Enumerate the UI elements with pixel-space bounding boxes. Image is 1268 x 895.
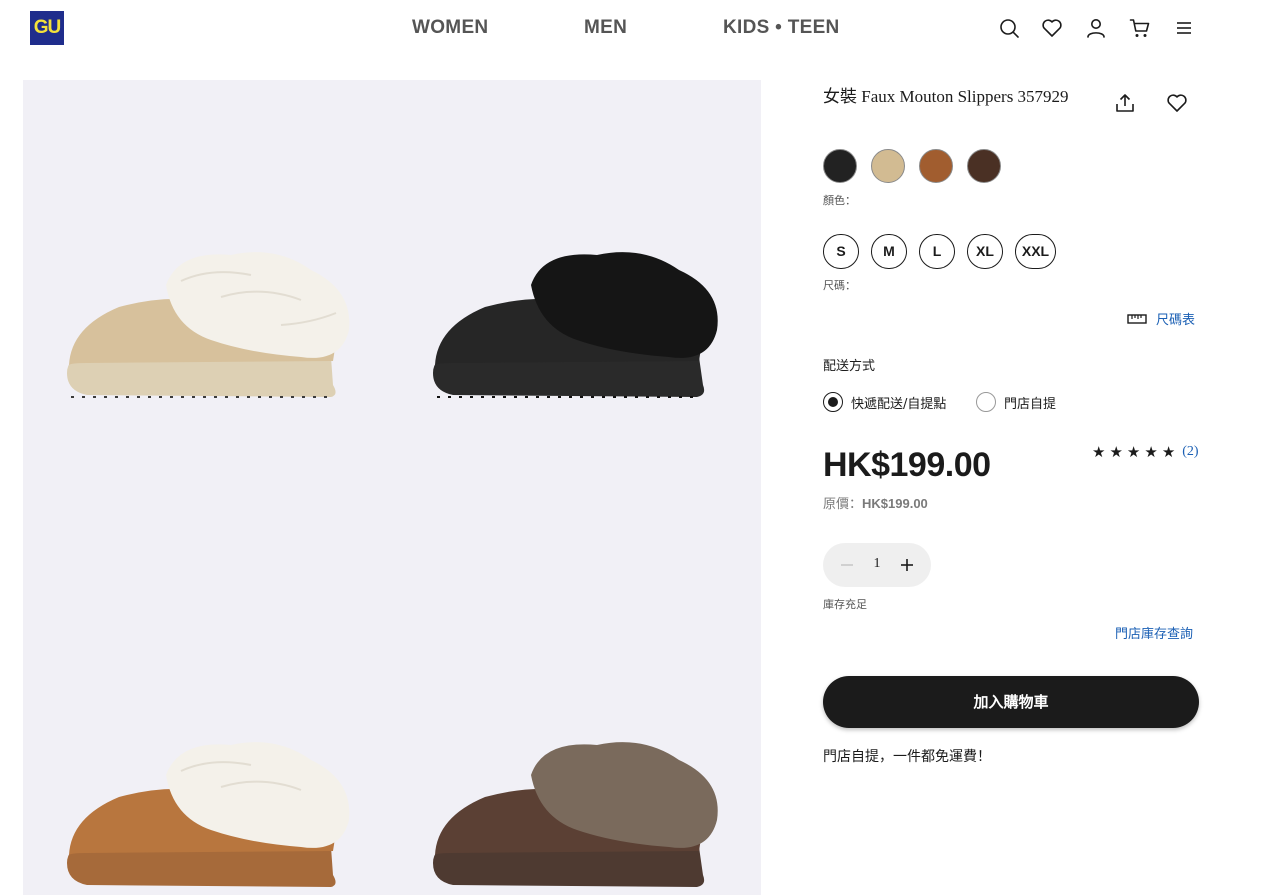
star-icon: ★ — [1144, 443, 1158, 461]
store-stock-link[interactable]: 門店庫存查詢 — [1115, 623, 1193, 642]
size-option-s[interactable]: S — [823, 234, 859, 269]
delivery-option-label: 快遞配送/自提點 — [851, 396, 947, 412]
product-price: HK$199.00 — [823, 446, 991, 484]
nav-men[interactable]: MEN — [584, 17, 627, 39]
heart-icon[interactable] — [1041, 17, 1063, 39]
color-swatch-camel[interactable] — [919, 149, 953, 183]
search-icon[interactable] — [998, 17, 1020, 39]
ruler-icon — [1127, 313, 1147, 324]
favorite-icon[interactable] — [1166, 92, 1188, 114]
original-price: 原價：HK$199.00 — [823, 493, 928, 512]
brown-slipper-image[interactable] — [431, 735, 731, 895]
product-rating: ★ ★ ★ ★ ★ (2) — [1092, 443, 1199, 461]
delivery-method-label: 配送方式 — [823, 359, 876, 374]
size-option-l[interactable]: L — [919, 234, 955, 269]
plus-icon[interactable] — [896, 554, 918, 576]
quantity-stepper: 1 — [823, 543, 931, 587]
star-icon: ★ — [1109, 443, 1123, 461]
delivery-option-store-pickup[interactable]: 門店自提 — [976, 392, 1056, 412]
original-price-label: 原價： — [823, 497, 863, 512]
size-chart-link[interactable]: 尺碼表 — [1127, 309, 1195, 328]
size-label: 尺碼： — [823, 279, 856, 292]
star-icon: ★ — [1161, 443, 1176, 461]
promo-text: 門店自提，一件都免運費！ — [823, 749, 991, 765]
delivery-option-label: 門店自提 — [1004, 396, 1057, 412]
color-swatch-black[interactable] — [823, 149, 857, 183]
minus-icon[interactable] — [836, 554, 858, 576]
gu-logo[interactable]: GU — [30, 11, 64, 45]
star-icon: ★ — [1092, 443, 1106, 461]
share-icon[interactable] — [1114, 92, 1136, 114]
site-header: GU WOMEN MEN KIDS • TEEN — [0, 0, 1268, 58]
menu-icon[interactable] — [1173, 17, 1195, 39]
user-icon[interactable] — [1085, 17, 1107, 39]
radio-selected-icon — [823, 392, 843, 412]
color-swatch-beige[interactable] — [871, 149, 905, 183]
review-count-link[interactable]: (2) — [1182, 444, 1198, 460]
nav-kids-teen[interactable]: KIDS • TEEN — [723, 17, 840, 39]
nav-women[interactable]: WOMEN — [412, 17, 488, 39]
size-chart-label: 尺碼表 — [1156, 313, 1196, 328]
radio-unselected-icon — [976, 392, 996, 412]
original-price-value: HK$199.00 — [862, 496, 928, 511]
size-option-xl[interactable]: XL — [967, 234, 1003, 269]
camel-slipper-image[interactable] — [61, 735, 361, 895]
star-icon: ★ — [1126, 443, 1141, 461]
size-option-m[interactable]: M — [871, 234, 907, 269]
quantity-value[interactable]: 1 — [869, 556, 885, 572]
color-swatch-dark-brown[interactable] — [967, 149, 1001, 183]
beige-slipper-image[interactable] — [61, 245, 361, 405]
delivery-option-courier[interactable]: 快遞配送/自提點 — [823, 392, 946, 412]
product-title: 女裝 Faux Mouton Slippers 357929 — [823, 87, 1069, 106]
color-label: 顏色： — [823, 194, 856, 207]
add-to-cart-button[interactable]: 加入購物車 — [823, 676, 1199, 728]
size-option-xxl[interactable]: XXL — [1015, 234, 1056, 269]
cart-icon[interactable] — [1129, 17, 1151, 39]
product-gallery — [23, 80, 761, 895]
black-slipper-image[interactable] — [431, 245, 731, 405]
stock-status: 庫存充足 — [823, 598, 867, 611]
